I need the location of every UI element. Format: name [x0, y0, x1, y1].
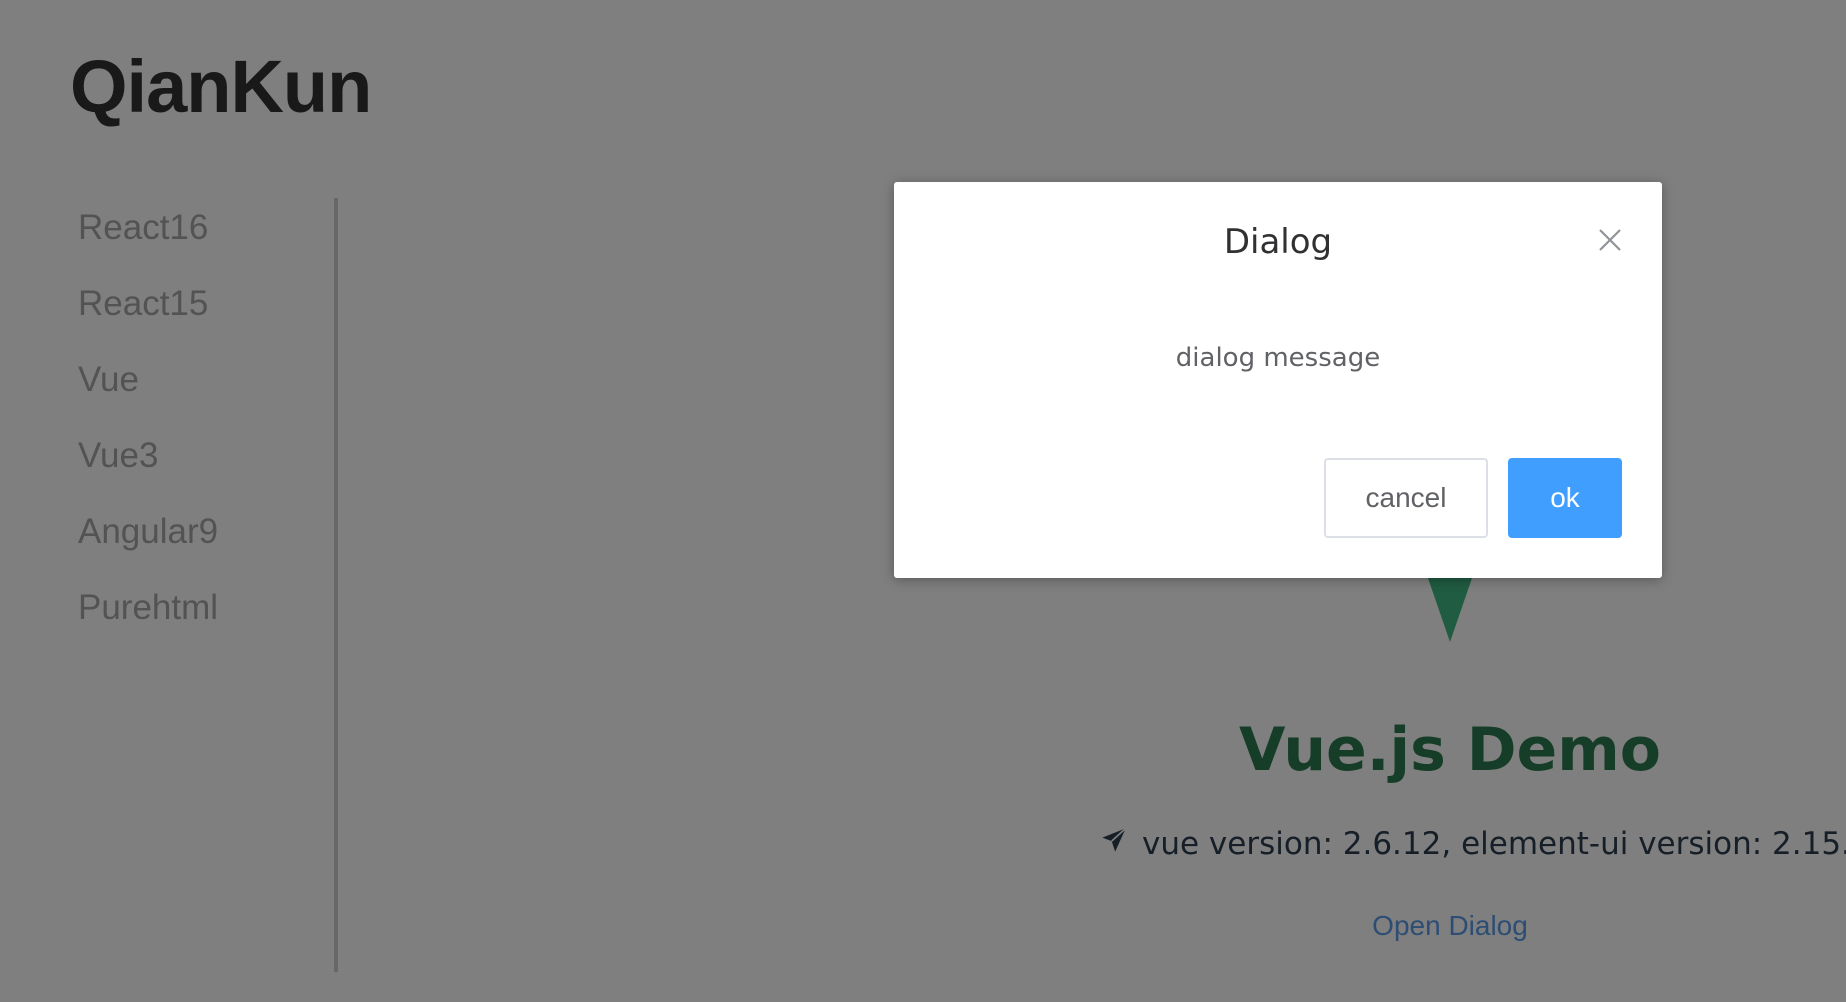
dialog: Dialog dialog message cancel ok [894, 182, 1662, 578]
close-icon[interactable] [1596, 226, 1624, 254]
cancel-button[interactable]: cancel [1324, 458, 1488, 538]
app-root: QianKun React16 React15 Vue Vue3 Angular… [0, 0, 1846, 1002]
ok-button[interactable]: ok [1508, 458, 1622, 538]
dialog-message: dialog message [1175, 343, 1381, 373]
dialog-title: Dialog [1223, 222, 1333, 262]
